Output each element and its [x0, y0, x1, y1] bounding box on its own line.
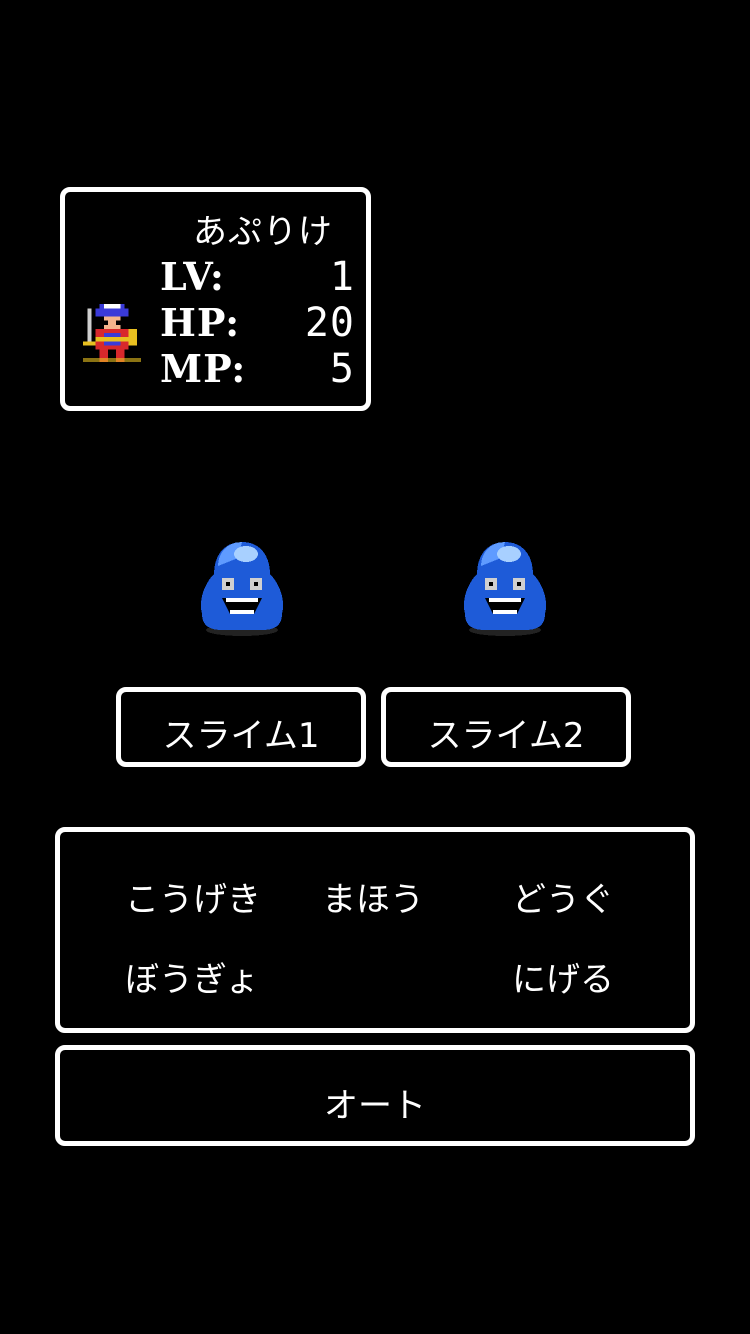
defend-command[interactable]: ぼうぎょ — [125, 952, 259, 1001]
magic-command[interactable]: まほう — [322, 872, 424, 921]
hp-label: HP: — [160, 300, 241, 345]
hero-sprite-icon — [83, 304, 141, 362]
auto-button[interactable]: オート — [55, 1045, 695, 1146]
auto-label: オート — [324, 1086, 426, 1126]
target-slime-2-button[interactable]: スライム2 — [381, 687, 631, 767]
hp-row: HP: 20 — [160, 300, 355, 346]
level-row: LV: 1 — [160, 254, 355, 300]
attack-command[interactable]: こうげき — [125, 872, 261, 921]
blue-slime-icon[interactable] — [190, 534, 294, 638]
target-slime-1-label: スライム1 — [162, 716, 320, 756]
level-value: 1 — [329, 254, 355, 300]
mp-value: 5 — [329, 346, 355, 392]
hero-name: あぷりけ — [193, 212, 333, 252]
status-window: あぷりけ LV: 1 HP: 20 MP: 5 — [60, 187, 371, 411]
hp-value: 20 — [304, 300, 355, 346]
target-slime-2-label: スライム2 — [427, 716, 585, 756]
command-window: こうげき まほう どうぐ ぼうぎょ にげる — [55, 827, 695, 1033]
item-command[interactable]: どうぐ — [512, 872, 614, 921]
level-label: LV: — [160, 254, 225, 299]
mp-label: MP: — [160, 346, 247, 391]
mp-row: MP: 5 — [160, 346, 355, 392]
target-slime-1-button[interactable]: スライム1 — [116, 687, 366, 767]
blue-slime-icon[interactable] — [453, 534, 557, 638]
flee-command[interactable]: にげる — [512, 952, 614, 1001]
